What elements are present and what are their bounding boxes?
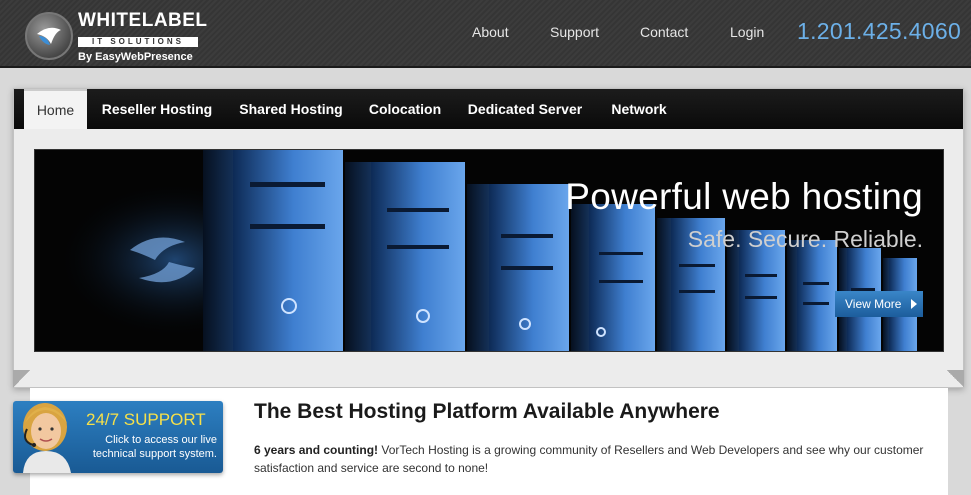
support-text: Click to access our live technical suppo… — [92, 434, 217, 460]
top-link-contact[interactable]: Contact — [640, 24, 688, 40]
nav-item-reseller-hosting[interactable]: Reseller Hosting — [97, 89, 217, 129]
view-more-button[interactable]: View More — [835, 291, 923, 317]
main-nav: Home Reseller Hosting Shared Hosting Col… — [14, 89, 963, 129]
main-panel: Home Reseller Hosting Shared Hosting Col… — [13, 88, 964, 388]
logo-badge-icon[interactable] — [25, 12, 73, 60]
arrow-right-icon — [911, 299, 917, 309]
nav-item-home[interactable]: Home — [24, 89, 87, 129]
top-link-login[interactable]: Login — [730, 24, 764, 40]
top-link-support[interactable]: Support — [550, 24, 599, 40]
support-title: 24/7 SUPPORT — [86, 410, 206, 429]
hero-title: Powerful web hosting — [565, 176, 923, 217]
content-title: The Best Hosting Platform Available Anyw… — [254, 400, 720, 423]
view-more-label: View More — [845, 297, 902, 311]
content-text: 6 years and counting! VorTech Hosting is… — [254, 441, 944, 477]
nav-item-network[interactable]: Network — [603, 89, 675, 129]
hero-banner: Powerful web hosting Safe. Secure. Relia… — [34, 149, 944, 352]
support-agent-avatar — [23, 403, 71, 473]
nav-item-shared-hosting[interactable]: Shared Hosting — [233, 89, 349, 129]
top-link-about[interactable]: About — [472, 24, 509, 40]
nav-item-colocation[interactable]: Colocation — [363, 89, 447, 129]
site-header: WHITELABEL IT SOLUTIONS By EasyWebPresen… — [0, 0, 971, 68]
live-support-button[interactable]: 24/7 SUPPORT Click to access our live te… — [13, 401, 223, 473]
nav-item-dedicated-server[interactable]: Dedicated Server — [462, 89, 588, 129]
logo-wordmark: WHITELABEL — [78, 10, 208, 31]
logo-tagline: IT SOLUTIONS — [78, 37, 198, 47]
content-lead: 6 years and counting! — [254, 443, 379, 457]
hero-subtitle: Safe. Secure. Reliable. — [687, 226, 923, 252]
ribbon-fold-left — [13, 370, 30, 388]
ribbon-fold-right — [947, 370, 964, 388]
logo-byline: By EasyWebPresence — [78, 51, 193, 63]
logo[interactable]: WHITELABEL IT SOLUTIONS By EasyWebPresen… — [78, 11, 208, 64]
phone-number[interactable]: 1.201.425.4060 — [797, 18, 961, 45]
